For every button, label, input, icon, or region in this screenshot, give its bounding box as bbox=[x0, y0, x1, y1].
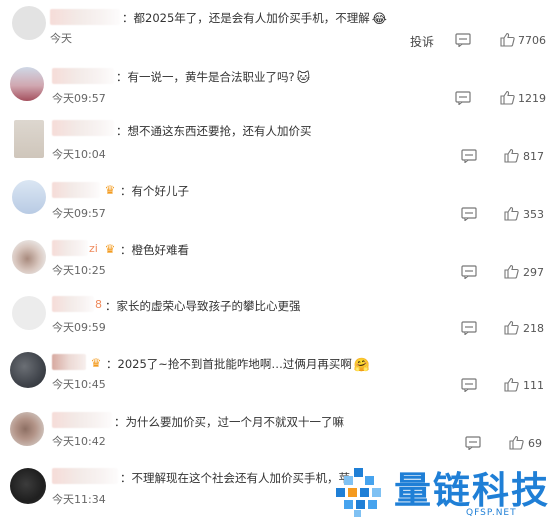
reply-icon[interactable] bbox=[461, 207, 477, 221]
username-blurred[interactable] bbox=[52, 120, 114, 136]
comment-item: ：为什么要加价买，过一个月不就双十一了嘛 今天10:42 69 bbox=[0, 406, 550, 464]
thumbs-up-icon[interactable] bbox=[504, 377, 519, 392]
username-suffix: zi bbox=[89, 242, 98, 255]
like-count: 69 bbox=[528, 437, 542, 450]
comment-time: 今天10:42 bbox=[52, 435, 106, 448]
username-blurred[interactable] bbox=[52, 182, 100, 198]
comment-text: ：都2025年了，还是会有人加价买手机，不理解 😂 bbox=[122, 11, 387, 27]
comment-text: ：橙色好难看 bbox=[120, 243, 189, 257]
report-button[interactable]: 投诉 bbox=[410, 33, 434, 50]
comment-time: 今天09:57 bbox=[52, 92, 106, 105]
thumbs-up-icon[interactable] bbox=[500, 32, 515, 47]
comment-time: 今天10:25 bbox=[52, 264, 106, 277]
reply-icon[interactable] bbox=[461, 378, 477, 392]
like-count: 1219 bbox=[518, 92, 546, 105]
username-blurred[interactable] bbox=[52, 468, 118, 484]
comment-item: 8 ：家长的虚荣心导致孩子的攀比心更强 今天09:59 218 bbox=[0, 290, 550, 348]
username-blurred[interactable] bbox=[52, 412, 112, 428]
comment-time: 今天10:04 bbox=[52, 148, 106, 161]
reply-icon[interactable] bbox=[455, 33, 471, 47]
comment-item: zi ♛ ：橙色好难看 今天10:25 297 bbox=[0, 232, 550, 290]
comment-item: ：都2025年了，还是会有人加价买手机，不理解 😂 今天 投诉 7706 bbox=[0, 0, 550, 58]
brand-logo-icon bbox=[336, 468, 381, 517]
reply-icon[interactable] bbox=[461, 265, 477, 279]
username-suffix: 8 bbox=[95, 298, 102, 311]
thumbs-up-icon[interactable] bbox=[504, 206, 519, 221]
vip-crown-icon: ♛ bbox=[104, 183, 116, 197]
reply-icon[interactable] bbox=[461, 321, 477, 335]
username-blurred[interactable] bbox=[52, 354, 86, 370]
comment-text: ：2025了~抢不到首批能咋地啊…过俩月再买啊 🤗 bbox=[106, 357, 371, 373]
reply-icon[interactable] bbox=[465, 436, 481, 450]
username-blurred[interactable] bbox=[50, 9, 120, 25]
like-count: 297 bbox=[523, 266, 544, 279]
comment-text: ：想不通这东西还要抢，还有人加价买 bbox=[116, 124, 312, 138]
comment-text: ：有个好儿子 bbox=[120, 184, 189, 198]
laugh-emoji-icon: 😂 bbox=[371, 12, 387, 27]
username-blurred[interactable] bbox=[52, 240, 88, 256]
comment-text: ：为什么要加价买，过一个月不就双十一了嘛 bbox=[114, 415, 344, 429]
avatar[interactable] bbox=[12, 6, 46, 40]
comment-text: ：家长的虚荣心导致孩子的攀比心更强 bbox=[105, 299, 301, 313]
comment-time: 今天10:45 bbox=[52, 378, 106, 391]
avatar[interactable] bbox=[12, 296, 46, 330]
comment-item: ：有一说一，黄牛是合法职业了吗? 🐱 今天09:57 1219 bbox=[0, 58, 550, 116]
comment-time: 今天 bbox=[50, 32, 72, 45]
avatar[interactable] bbox=[14, 120, 44, 158]
thumbs-up-icon[interactable] bbox=[509, 435, 524, 450]
comment-item: ♛ ：2025了~抢不到首批能咋地啊…过俩月再买啊 🤗 今天10:45 111 bbox=[0, 348, 550, 406]
thumbs-up-icon[interactable] bbox=[504, 320, 519, 335]
reply-icon[interactable] bbox=[461, 149, 477, 163]
comment-time: 今天11:34 bbox=[52, 493, 106, 506]
reply-icon[interactable] bbox=[455, 91, 471, 105]
comment-text: ：不理解现在这个社会还有人加价买手机，苹 bbox=[120, 471, 350, 485]
watermark-subtitle: QFSP.NET bbox=[466, 508, 517, 518]
avatar[interactable] bbox=[12, 180, 46, 214]
like-count: 7706 bbox=[518, 34, 546, 47]
cat-emoji-icon: 🐱 bbox=[296, 71, 311, 86]
username-blurred[interactable] bbox=[52, 296, 94, 312]
like-count: 353 bbox=[523, 208, 544, 221]
watermark-title: 量链科技 bbox=[394, 469, 550, 512]
comment-time: 今天09:59 bbox=[52, 321, 106, 334]
avatar[interactable] bbox=[10, 67, 44, 101]
comment-item: ♛ ：有个好儿子 今天09:57 353 bbox=[0, 174, 550, 232]
avatar[interactable] bbox=[10, 468, 46, 504]
vip-crown-icon: ♛ bbox=[104, 242, 116, 256]
comment-item: ：想不通这东西还要抢，还有人加价买 今天10:04 817 bbox=[0, 116, 550, 174]
avatar[interactable] bbox=[12, 240, 46, 274]
comment-time: 今天09:57 bbox=[52, 207, 106, 220]
comment-text: ：有一说一，黄牛是合法职业了吗? 🐱 bbox=[116, 70, 311, 86]
watermark: 量链科技 QFSP.NET bbox=[332, 460, 550, 528]
thumbs-up-icon[interactable] bbox=[504, 264, 519, 279]
username-blurred[interactable] bbox=[52, 68, 114, 84]
like-count: 218 bbox=[523, 322, 544, 335]
vip-crown-icon: ♛ bbox=[90, 356, 102, 370]
hug-emoji-icon: 🤗 bbox=[353, 358, 371, 373]
like-count: 111 bbox=[523, 379, 544, 392]
avatar[interactable] bbox=[10, 352, 46, 388]
avatar[interactable] bbox=[10, 412, 44, 446]
thumbs-up-icon[interactable] bbox=[504, 148, 519, 163]
thumbs-up-icon[interactable] bbox=[500, 90, 515, 105]
like-count: 817 bbox=[523, 150, 544, 163]
